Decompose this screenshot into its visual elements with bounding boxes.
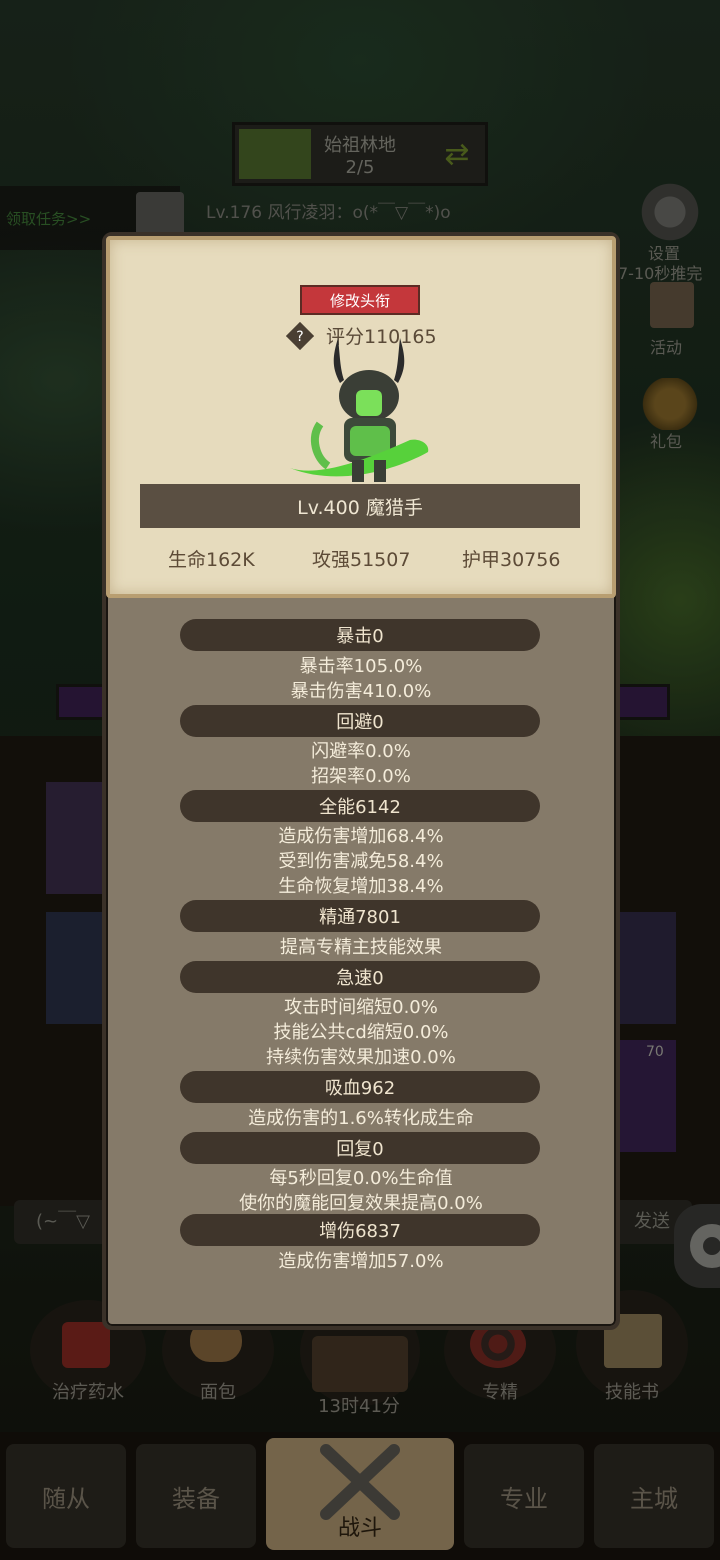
stat-header-versatility: 全能6142 <box>180 790 540 822</box>
hero-avatar <box>290 338 429 482</box>
hero-level-title: Lv.400 魔猎手 <box>140 484 580 528</box>
stat-line: 造成伤害增加68.4% <box>278 826 444 847</box>
stat-line: 招架率0.0% <box>311 766 411 787</box>
stat-line: 持续伤害效果加速0.0% <box>266 1047 456 1068</box>
armor-stat: 护甲30756 <box>462 549 561 571</box>
stat-line: 造成伤害增加57.0% <box>278 1251 444 1272</box>
hp-stat: 生命162K <box>168 549 255 571</box>
rename-title-button[interactable]: 修改头衔 <box>300 285 420 315</box>
stat-line: 受到伤害减免58.4% <box>278 851 444 872</box>
stat-line: 技能公共cd缩短0.0% <box>273 1022 449 1043</box>
stat-line: 每5秒回复0.0%生命值 <box>269 1168 453 1189</box>
stat-line: 暴击伤害410.0% <box>290 681 432 702</box>
stat-header-crit: 暴击0 <box>180 619 540 651</box>
stat-header-lifesteal: 吸血962 <box>180 1071 540 1103</box>
stat-header-regen: 回复0 <box>180 1132 540 1164</box>
stat-line: 暴击率105.0% <box>299 656 423 677</box>
stat-header-haste: 急速0 <box>180 961 540 993</box>
stat-header-mastery: 精通7801 <box>180 900 540 932</box>
stat-line: 生命恢复增加38.4% <box>278 876 444 897</box>
stat-header-dodge: 回避0 <box>180 705 540 737</box>
stat-line: 使你的魔能回复效果提高0.0% <box>239 1193 483 1214</box>
attack-stat: 攻强51507 <box>312 549 411 571</box>
stat-line: 闪避率0.0% <box>311 741 411 762</box>
stat-line: 提高专精主技能效果 <box>280 937 442 958</box>
stat-line: 造成伤害的1.6%转化成生命 <box>248 1108 474 1129</box>
stat-header-damage-bonus: 增伤6837 <box>180 1214 540 1246</box>
stat-line: 攻击时间缩短0.0% <box>284 997 438 1018</box>
